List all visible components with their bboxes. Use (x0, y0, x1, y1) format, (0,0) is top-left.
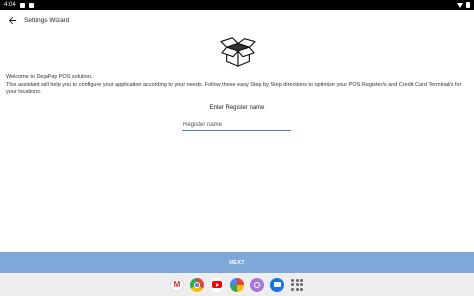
photos-icon[interactable] (230, 277, 244, 292)
gmail-icon[interactable]: M (170, 277, 184, 292)
back-button[interactable] (2, 10, 22, 30)
page-title: Settings Wizard (24, 16, 70, 24)
app-bar: Settings Wizard (0, 10, 474, 30)
wifi-icon (457, 2, 463, 8)
podcasts-icon[interactable] (250, 277, 264, 292)
shield-icon (28, 2, 34, 8)
app-drawer-icon[interactable] (290, 278, 304, 292)
intro-welcome: Welcome to DejaPay POS solution. (6, 74, 93, 80)
messages-icon[interactable] (270, 277, 284, 292)
status-time: 4:04 (4, 2, 16, 8)
open-box-icon (220, 37, 256, 67)
status-bar: 4:04 (0, 0, 474, 10)
battery-icon (466, 2, 470, 8)
next-button[interactable]: NEXT (0, 252, 474, 273)
arrow-back-icon (8, 16, 16, 24)
intro-text: Welcome to DejaPay POS solution. This as… (6, 74, 468, 97)
taskbar: M (0, 273, 474, 296)
notification-icon (19, 2, 25, 8)
chrome-icon[interactable] (190, 277, 204, 292)
register-name-input[interactable] (182, 120, 291, 131)
intro-description: This assistant will help you to configur… (6, 81, 462, 96)
register-name-label: Enter Register name (209, 105, 265, 111)
youtube-icon[interactable] (210, 277, 224, 292)
